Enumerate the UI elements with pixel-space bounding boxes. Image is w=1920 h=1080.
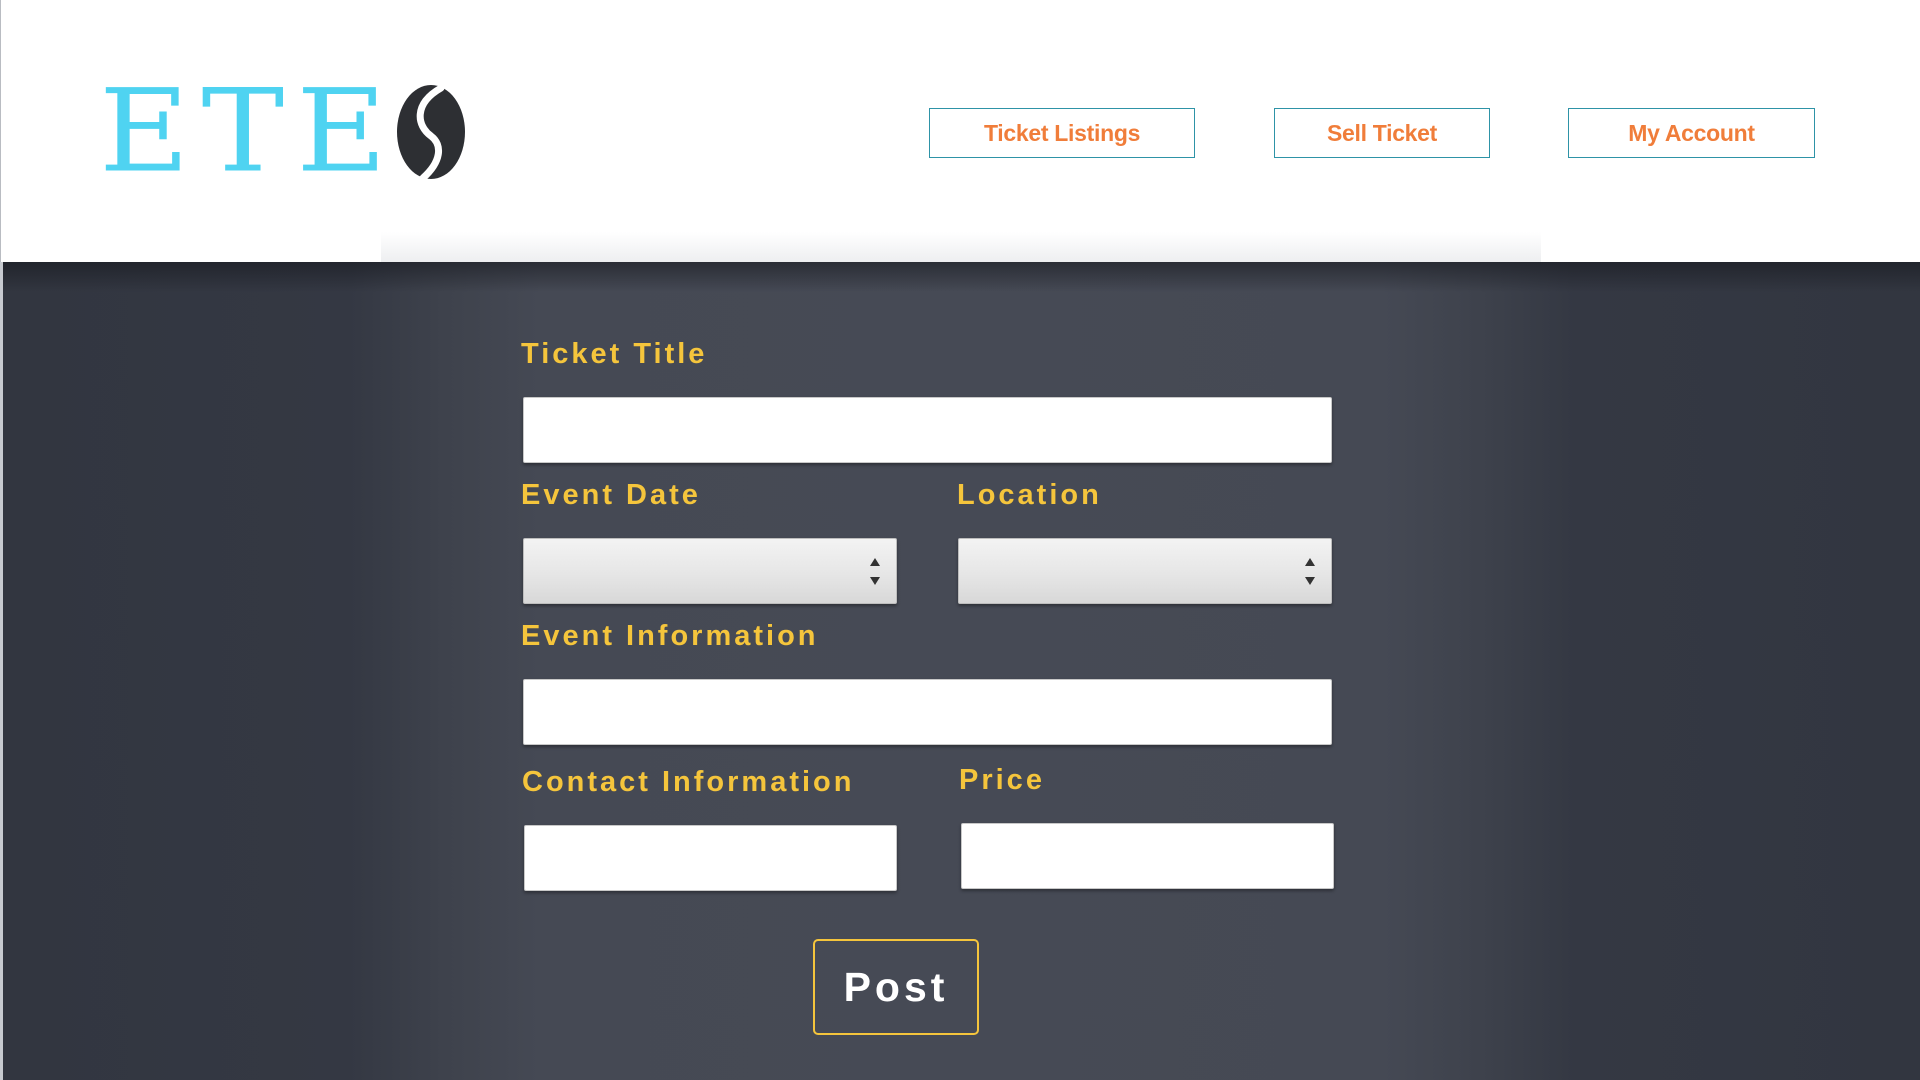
logo[interactable]: ETE [99, 65, 467, 199]
price-input[interactable] [961, 823, 1334, 889]
site-header: ETE Ticket Listings Sell Ticket My Accou… [0, 0, 1920, 262]
stepper-arrows-icon [1303, 555, 1317, 589]
logo-text: ETE [99, 65, 399, 199]
post-button[interactable]: Post [813, 939, 979, 1035]
event-information-label: Event Information [521, 620, 819, 652]
nav-ticket-listings-button[interactable]: Ticket Listings [929, 108, 1195, 158]
location-label: Location [957, 479, 1102, 511]
nav-my-account-button[interactable]: My Account [1568, 108, 1815, 158]
contact-information-label: Contact Information [522, 766, 855, 798]
event-date-select[interactable] [523, 538, 897, 604]
event-date-label: Event Date [521, 479, 701, 511]
stepper-arrows-icon [868, 555, 882, 589]
location-select[interactable] [958, 538, 1332, 604]
event-information-input[interactable] [523, 679, 1332, 745]
header-shadow [3, 262, 1920, 292]
price-label: Price [959, 764, 1045, 796]
contact-information-input[interactable] [524, 825, 897, 891]
nav-sell-ticket-button[interactable]: Sell Ticket [1274, 108, 1490, 158]
ticket-title-label: Ticket Title [521, 338, 708, 370]
header-fade [381, 232, 1541, 262]
ticket-title-input[interactable] [523, 397, 1332, 463]
s-leaf-logo-icon [395, 82, 467, 182]
